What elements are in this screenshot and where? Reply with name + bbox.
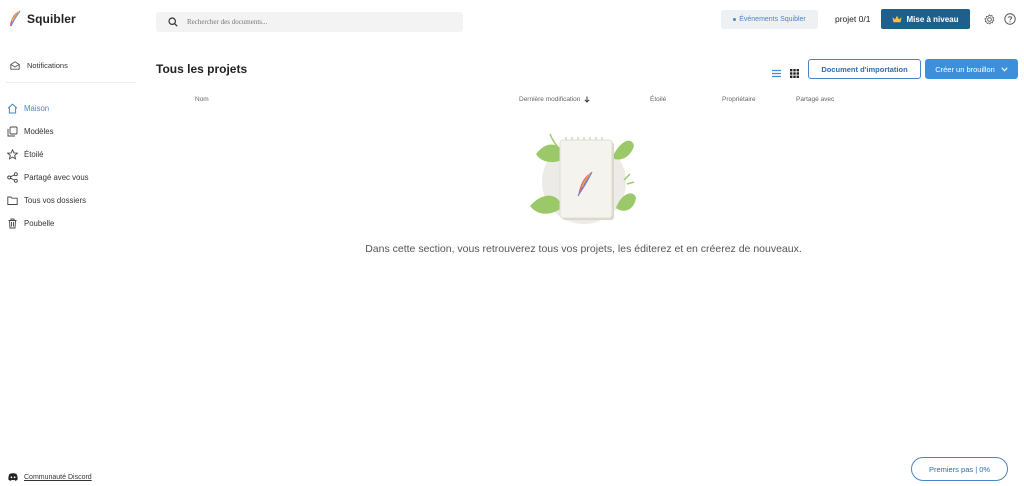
sidebar-item-etoile[interactable]: Étoilé (7, 143, 89, 166)
column-label: Étoilé (650, 96, 667, 103)
sidebar-item-maison[interactable]: Maison (7, 97, 89, 120)
events-button[interactable]: Événements Squibler (721, 10, 818, 29)
discord-icon (8, 473, 18, 481)
templates-icon (7, 126, 18, 137)
grid-view-icon[interactable] (790, 65, 799, 83)
star-icon (7, 149, 18, 160)
page-title: Tous les projets (156, 62, 248, 76)
column-label: Dernière modification (519, 96, 581, 103)
share-icon (7, 172, 18, 183)
sidebar-item-label: Poubelle (24, 219, 55, 228)
envelope-icon (10, 61, 20, 70)
help-icon[interactable] (1004, 13, 1016, 25)
crown-icon (892, 15, 902, 23)
create-draft-button[interactable]: Créer un brouillon (925, 59, 1018, 79)
quill-logo-icon (10, 10, 21, 27)
column-header-starred[interactable]: Étoilé (650, 96, 666, 103)
column-header-owner[interactable]: Propriétaire (722, 96, 756, 103)
sidebar-divider (6, 82, 136, 83)
home-icon (7, 103, 18, 114)
sidebar-notifications[interactable]: Notifications (10, 61, 68, 70)
list-view-icon[interactable] (772, 65, 781, 83)
sidebar-item-poubelle[interactable]: Poubelle (7, 212, 89, 235)
first-steps-label: Premiers pas | (928, 464, 978, 474)
arrow-down-icon (584, 96, 590, 103)
discord-label: Communauté Discord (24, 473, 92, 481)
sidebar-item-dossiers[interactable]: Tous vos dossiers (7, 189, 89, 212)
sidebar-item-modeles[interactable]: Modèles (7, 120, 89, 143)
project-count: projet 0/1 (835, 14, 871, 24)
search-icon (168, 17, 178, 27)
import-document-button[interactable]: Document d'importation (808, 59, 921, 79)
search-input[interactable]: Rechercher des documents... (156, 12, 463, 32)
sidebar-nav: Maison Modèles Étoilé Partagé avec vous … (7, 97, 89, 235)
bullet-icon (733, 18, 737, 21)
upgrade-button[interactable]: Mise à niveau (881, 9, 970, 29)
sidebar-item-label: Tous vos dossiers (24, 196, 86, 205)
app-logo[interactable]: Squibler (8, 10, 76, 28)
sidebar-item-label: Modèles (24, 127, 54, 136)
column-header-modified[interactable]: Dernière modification (519, 96, 590, 103)
sidebar-item-label: Étoilé (24, 150, 44, 159)
folder-icon (7, 195, 18, 206)
create-draft-label: Créer un brouillon (935, 64, 995, 74)
events-label: Événements Squibler (739, 16, 806, 23)
notifications-label: Notifications (27, 61, 68, 70)
empty-state-message: Dans cette section, vous retrouverez tou… (365, 243, 802, 255)
app-name: Squibler (27, 12, 76, 26)
column-label: Propriétaire (722, 96, 756, 103)
upgrade-label: Mise à niveau (906, 14, 959, 24)
sidebar-item-partage[interactable]: Partagé avec vous (7, 166, 89, 189)
column-label: Nom (195, 96, 209, 103)
column-header-name[interactable]: Nom (195, 96, 209, 103)
chevron-down-icon (1001, 66, 1008, 72)
empty-state-illustration (526, 124, 638, 233)
trash-icon (7, 218, 18, 229)
sidebar-item-label: Maison (24, 104, 50, 113)
discord-link[interactable]: Communauté Discord (8, 473, 92, 481)
first-steps-progress: 0% (979, 464, 991, 474)
first-steps-button[interactable]: Premiers pas | 0% (911, 457, 1008, 481)
settings-icon[interactable] (983, 13, 995, 25)
column-label: Partagé avec (796, 96, 835, 103)
sidebar-item-label: Partagé avec vous (24, 173, 89, 182)
search-placeholder: Rechercher des documents... (187, 18, 268, 26)
column-header-shared[interactable]: Partagé avec (796, 96, 834, 103)
